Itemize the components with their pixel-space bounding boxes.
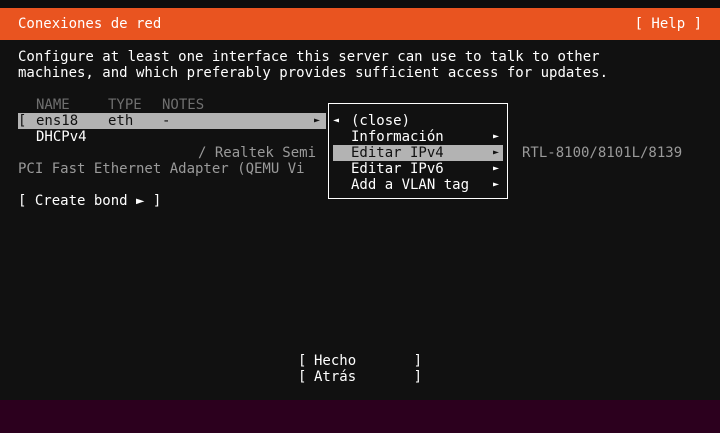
column-header-type: TYPE [108,97,142,113]
column-header-notes: NOTES [162,97,205,113]
interface-row-ens18[interactable]: [ ens18 eth - ► [18,113,326,129]
vendor-line-1-right: RTL-8100/8101L/8139 [522,145,683,161]
menu-item-label: Editar IPv4 [351,145,444,161]
interface-address: DHCPv4 [36,129,87,145]
submenu-arrow-icon: ► [492,131,499,142]
left-arrow-icon: ◄ [333,115,340,126]
vendor-line-1-left: / Realtek Semi [198,145,317,161]
bracket-open: [ [298,353,307,369]
bracket-open: [ [298,369,307,385]
column-header-name: NAME [36,97,70,113]
done-label: Hecho [314,353,357,369]
page-title: Conexiones de red [18,16,162,32]
bracket-close: ] [413,353,422,369]
menu-item-edit-ipv4[interactable]: Editar IPv4 ► [333,145,503,161]
interface-action-menu: ◄ (close) Información ► Editar IPv4 ► Ed… [328,103,508,199]
interface-type: eth [108,113,134,129]
header-bar: Conexiones de red [ Help ] [0,8,720,40]
interface-notes: - [162,113,171,129]
description-line-1: Configure at least one interface this se… [18,49,600,65]
help-button[interactable]: [ Help ] [635,16,702,32]
menu-item-label: Editar IPv6 [351,161,444,177]
row-arrow-icon: ► [314,115,321,126]
submenu-arrow-icon: ► [492,163,499,174]
done-button[interactable]: [ Hecho ] [298,353,422,369]
menu-item-label: Información [351,129,444,145]
create-bond-button[interactable]: [ Create bond ► ] [18,193,161,209]
description: Configure at least one interface this se… [18,49,608,81]
submenu-arrow-icon: ► [492,147,499,158]
vendor-line-2: PCI Fast Ethernet Adapter (QEMU Vi [18,161,305,177]
column-headers: NAME TYPE NOTES [36,97,204,113]
menu-item-close[interactable]: ◄ (close) [333,113,503,129]
top-strip [0,0,720,8]
interface-name: ens18 [36,113,79,129]
menu-item-label: Add a VLAN tag [351,177,470,193]
back-label: Atrás [314,369,357,385]
bracket-close: ] [413,369,422,385]
menu-item-add-vlan[interactable]: Add a VLAN tag ► [333,177,503,193]
menu-item-label: (close) [351,113,411,129]
submenu-arrow-icon: ► [492,179,499,190]
menu-item-info[interactable]: Información ► [333,129,503,145]
back-button[interactable]: [ Atrás ] [298,369,422,385]
menu-item-edit-ipv6[interactable]: Editar IPv6 ► [333,161,503,177]
row-bracket: [ [18,113,27,129]
description-line-2: machines, and which preferably provides … [18,65,609,81]
